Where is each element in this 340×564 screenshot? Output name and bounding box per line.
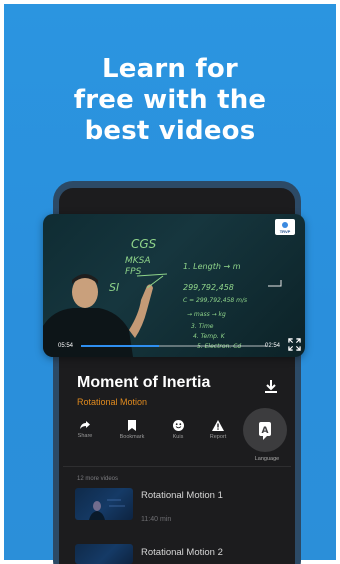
- playlist-item-thumbnail[interactable]: [75, 544, 133, 564]
- warning-icon: [212, 420, 224, 431]
- svg-text:A: A: [262, 426, 269, 436]
- presenter-body: [43, 308, 133, 357]
- report-label: Report: [209, 434, 227, 440]
- video-player[interactable]: CGS MKSA FPS SI 1. Length → m 299,792,45…: [43, 214, 305, 357]
- playlist-item-duration: 11:40 min: [141, 516, 172, 523]
- headline-line-3: best videos: [84, 116, 256, 146]
- channel-logo: TRVP: [275, 219, 295, 235]
- share-icon: [80, 421, 90, 429]
- board-text-temp: 4. Temp. K: [193, 333, 226, 340]
- playlist-item-thumbnail[interactable]: [75, 488, 133, 520]
- smiley-icon: [172, 420, 184, 431]
- video-title: Moment of Inertia: [77, 374, 211, 391]
- fullscreen-icon[interactable]: [288, 338, 301, 351]
- playlist-item-title[interactable]: Rotational Motion 1: [141, 490, 223, 501]
- kuis-button[interactable]: Kuis: [160, 420, 196, 440]
- presenter-hand: [129, 284, 153, 338]
- bookmark-icon: [128, 420, 136, 431]
- headline-line-1: Learn for: [102, 54, 238, 84]
- video-frame: CGS MKSA FPS SI 1. Length → m 299,792,45…: [43, 237, 282, 357]
- divider: [63, 466, 291, 467]
- board-text-time: 3. Time: [191, 323, 214, 330]
- total-time: 02:54: [265, 343, 281, 349]
- headline-line-2: free with the: [73, 85, 267, 115]
- current-time: 05:54: [58, 343, 74, 349]
- board-text-cgs: CGS: [131, 237, 157, 251]
- board-text-mksa: MKSA: [125, 256, 151, 266]
- board-text-si: SI: [109, 281, 119, 294]
- promo-headline: Learn for free with the best videos: [4, 54, 336, 147]
- seek-bar-progress: [81, 345, 160, 347]
- board-text-speed: C = 299,792,458 m/s: [183, 297, 247, 304]
- board-text-mass: → mass → kg: [187, 311, 226, 318]
- board-text-number: 299,792,458: [183, 283, 234, 292]
- kuis-label: Kuis: [172, 434, 184, 440]
- share-button[interactable]: Share: [67, 420, 103, 439]
- board-text-length: 1. Length → m: [183, 262, 241, 271]
- download-icon[interactable]: [263, 378, 279, 394]
- video-category[interactable]: Rotational Motion: [77, 397, 147, 407]
- report-button[interactable]: Report: [200, 420, 236, 440]
- bookmark-button[interactable]: Bookmark: [114, 420, 150, 440]
- language-label: Language: [254, 456, 280, 462]
- language-icon: A: [259, 422, 271, 440]
- more-videos-count: 12 more videos: [77, 476, 119, 482]
- seek-bar[interactable]: [81, 345, 267, 347]
- playlist-item-title[interactable]: Rotational Motion 2: [141, 547, 223, 558]
- bookmark-label: Bookmark: [119, 434, 145, 440]
- language-button[interactable]: A: [243, 408, 287, 452]
- share-label: Share: [77, 433, 93, 439]
